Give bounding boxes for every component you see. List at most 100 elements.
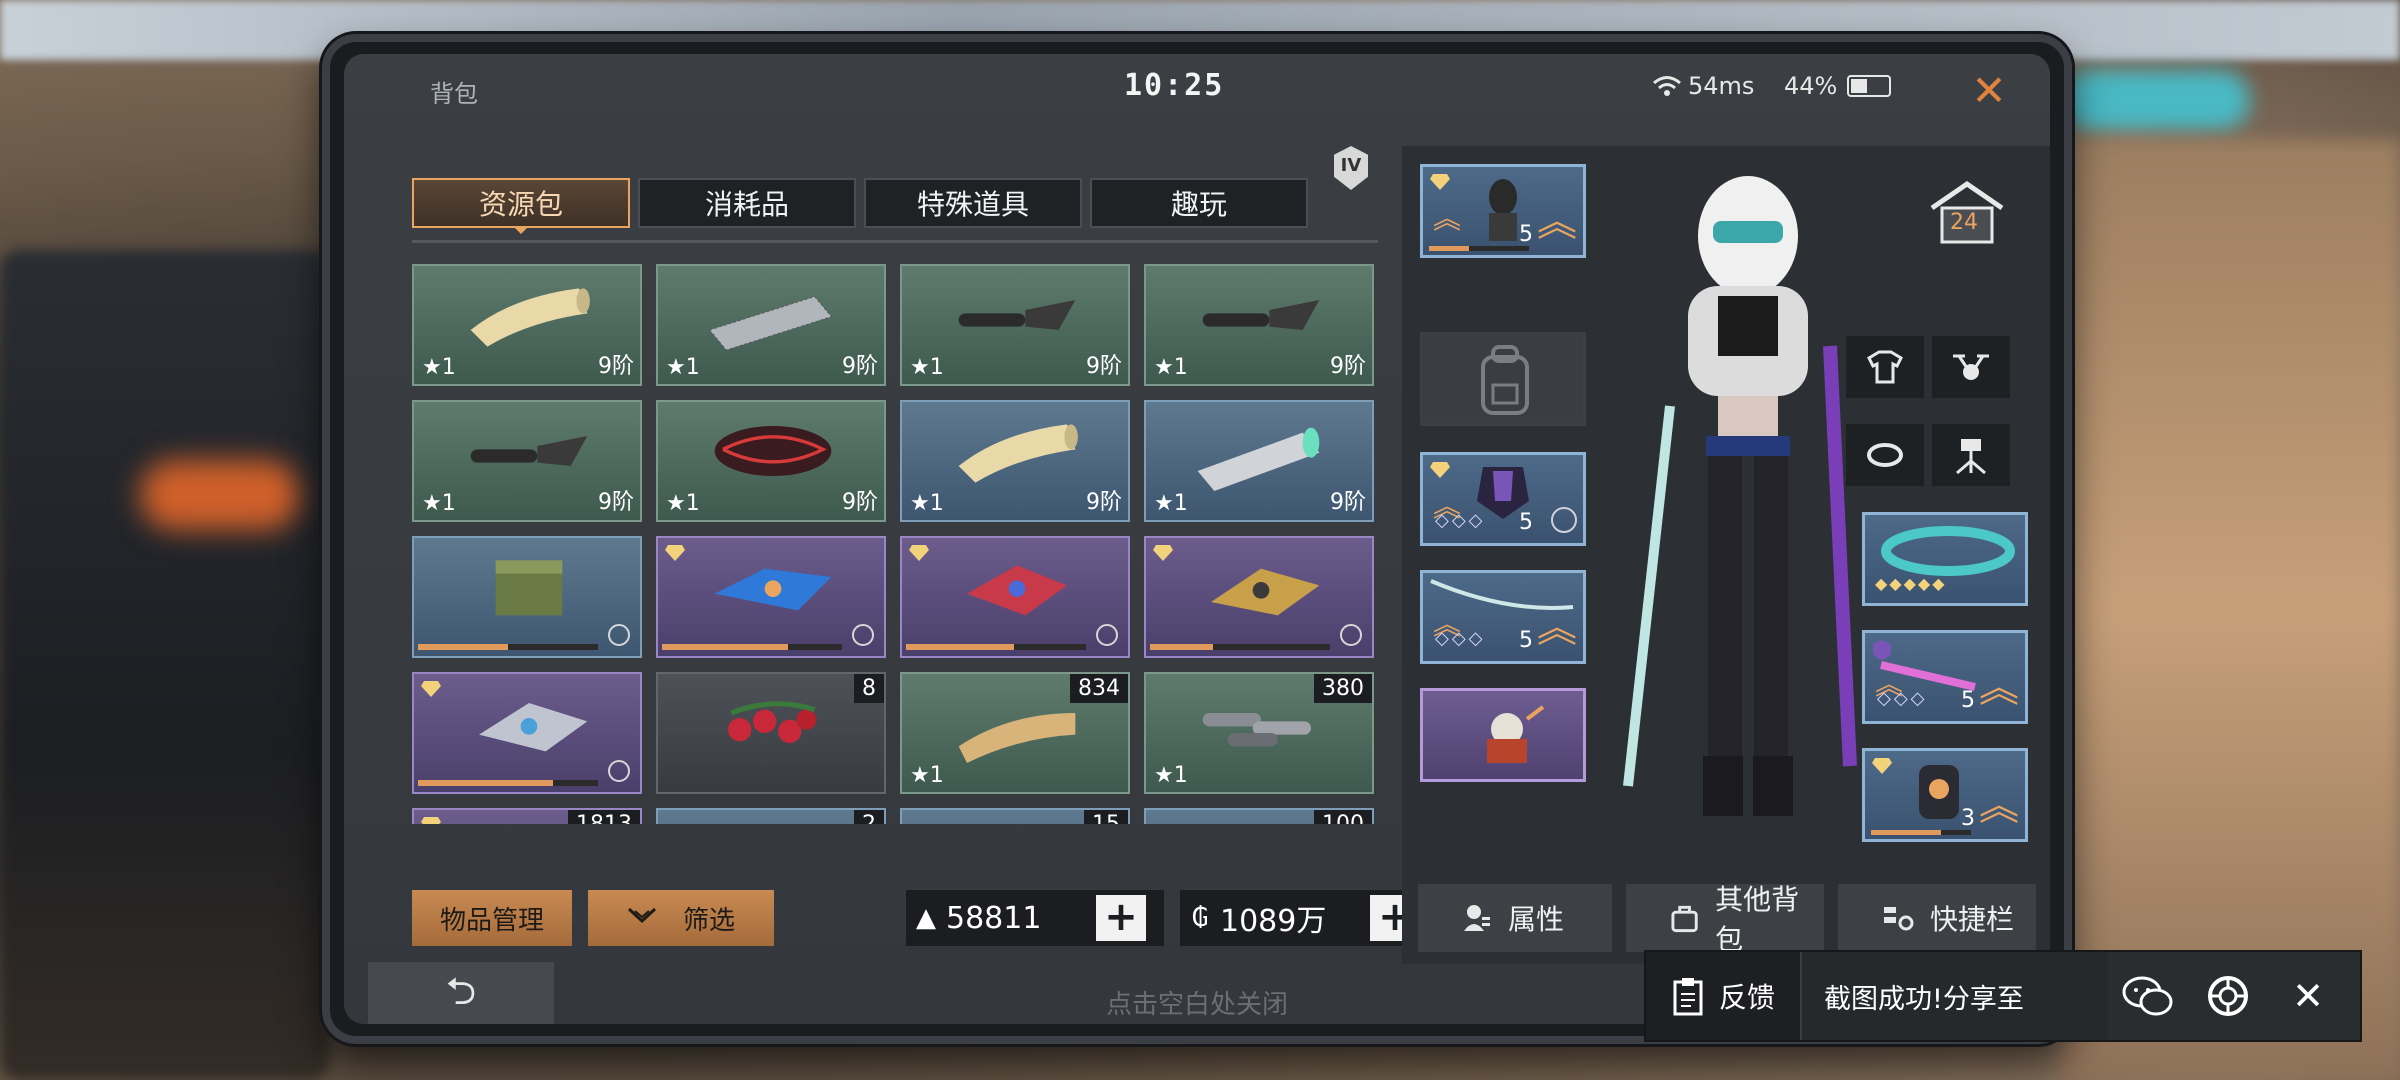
hotbar-settings-icon bbox=[1884, 907, 1914, 931]
clock: 10:25 bbox=[1124, 68, 1225, 103]
progress-bar bbox=[906, 644, 1086, 650]
weapon2-level: 5 bbox=[1961, 688, 1975, 713]
item-slot[interactable]: ★1 834 bbox=[900, 672, 1130, 794]
outfit-slot[interactable] bbox=[1846, 336, 1924, 398]
equip-slot-head[interactable]: ︽ 5 ︽ bbox=[1420, 164, 1586, 258]
background-cyan-shape bbox=[2060, 70, 2250, 130]
durability-bar bbox=[1871, 830, 1971, 835]
item-slot[interactable]: ★1 9阶 bbox=[1144, 264, 1374, 386]
item-slot[interactable]: ★1 9阶 bbox=[900, 264, 1130, 386]
equip-slot-armor[interactable]: ︽ ◇◇◇ 5 bbox=[1420, 452, 1586, 546]
share-message: 截图成功!分享至 bbox=[1802, 952, 2108, 1040]
attributes-button[interactable]: 属性 bbox=[1418, 884, 1612, 952]
item-slot[interactable] bbox=[1144, 536, 1374, 658]
item-slot[interactable]: ★1 9阶 bbox=[656, 264, 886, 386]
progress-bar bbox=[418, 780, 598, 786]
item-slot[interactable]: ★1 9阶 bbox=[656, 400, 886, 522]
lock-icon bbox=[1096, 624, 1118, 646]
gun-stock-icon bbox=[1202, 300, 1320, 330]
close-share-icon[interactable]: ✕ bbox=[2268, 952, 2348, 1040]
tab-divider bbox=[412, 240, 1378, 243]
close-icon[interactable]: ✕ bbox=[1964, 66, 2014, 116]
background-glow bbox=[140, 460, 300, 530]
tier-label: 9阶 bbox=[1086, 354, 1122, 379]
equip-slot-backpack[interactable] bbox=[1420, 332, 1586, 426]
tab-fun[interactable]: 趣玩 bbox=[1090, 178, 1308, 228]
hotbar-button[interactable]: 快捷栏 bbox=[1838, 884, 2036, 952]
item-slot[interactable] bbox=[656, 536, 886, 658]
wechat-share-button[interactable] bbox=[2108, 952, 2188, 1040]
item-slot[interactable]: 2 bbox=[656, 808, 886, 824]
cloth-roll-icon bbox=[958, 424, 1078, 483]
item-slot[interactable]: 100 bbox=[1144, 808, 1374, 824]
add-gold-button[interactable]: + bbox=[1096, 895, 1146, 941]
quality-dots: ◇◇◇ bbox=[1877, 688, 1928, 709]
head-level: 5 bbox=[1519, 222, 1533, 247]
star-count: ★1 bbox=[1154, 763, 1188, 788]
item-count: 380 bbox=[1314, 674, 1372, 703]
turret-slot[interactable] bbox=[1932, 424, 2010, 486]
durability-bar bbox=[1429, 246, 1529, 251]
shirt-icon bbox=[1867, 350, 1903, 384]
lock-icon bbox=[1340, 624, 1362, 646]
tab-consumables[interactable]: 消耗品 bbox=[638, 178, 856, 228]
star-count: ★1 bbox=[1154, 491, 1188, 516]
item-slot[interactable]: ★1 380 bbox=[1144, 672, 1374, 794]
rank-chevron-icon: ︽ bbox=[1433, 202, 1462, 235]
item-grid: ★1 9阶 ★1 9阶 ★1 9阶 ★1 9阶 ★1 9阶 ★1 9阶 ★1 9阶 ★1 9阶 8 ★1 834 ★1… bbox=[412, 264, 1378, 824]
bracelet-item-icon bbox=[1881, 526, 2015, 576]
equip-slot-weapon-1[interactable]: ︽ ◇◇◇ 5 ︽ bbox=[1420, 570, 1586, 664]
progress-bar bbox=[1150, 644, 1330, 650]
item-slot[interactable] bbox=[900, 536, 1130, 658]
star-rating: ◆◆◆◆◆ bbox=[1875, 574, 1947, 593]
equipment-panel: ︽ 5 ︽ ︽ ◇◇◇ 5 ︽ ◇◇◇ 5 ︽ 24 ◆◆◆◆◆ ︽ ◇◇◇ 5… bbox=[1402, 146, 2050, 964]
bottom-actions: 物品管理 筛选 bbox=[412, 890, 774, 946]
item-slot[interactable]: ★1 9阶 bbox=[900, 400, 1130, 522]
star-count: ★1 bbox=[422, 491, 456, 516]
item-count: 834 bbox=[1070, 674, 1128, 703]
quality-dots: ◇◇◇ bbox=[1435, 628, 1486, 649]
diamond-icon bbox=[1872, 758, 1892, 774]
tier-badge: IV bbox=[1334, 146, 1368, 190]
item-count: 1813 bbox=[568, 810, 640, 824]
lock-icon bbox=[608, 760, 630, 782]
star-count: ★1 bbox=[1154, 355, 1188, 380]
equip-slot-gadget[interactable]: 3 ︽ bbox=[1862, 748, 2028, 842]
item-slot[interactable]: 15 bbox=[900, 808, 1130, 824]
item-slot[interactable] bbox=[412, 536, 642, 658]
moments-share-button[interactable] bbox=[2188, 952, 2268, 1040]
house-level-badge[interactable]: 24 bbox=[1922, 178, 2012, 248]
item-manage-button[interactable]: 物品管理 bbox=[412, 890, 572, 946]
feedback-button[interactable]: 反馈 bbox=[1646, 952, 1802, 1040]
item-slot[interactable]: 8 bbox=[656, 672, 886, 794]
equip-slot-pet[interactable] bbox=[1420, 688, 1586, 782]
berries-icon bbox=[728, 701, 817, 743]
item-count: 2 bbox=[854, 810, 884, 824]
filter-label: 筛选 bbox=[682, 905, 735, 936]
drone-slot[interactable] bbox=[1932, 336, 2010, 398]
item-slot[interactable]: 1813 bbox=[412, 808, 642, 824]
tier-label: 9阶 bbox=[1086, 490, 1122, 515]
item-slot[interactable] bbox=[412, 672, 642, 794]
attributes-label: 属性 bbox=[1508, 903, 1565, 936]
diamond-icon bbox=[1153, 545, 1173, 561]
filter-button[interactable]: 筛选 bbox=[588, 890, 774, 946]
tab-resource-pack[interactable]: 资源包 bbox=[412, 178, 630, 234]
item-slot[interactable]: ★1 9阶 bbox=[1144, 400, 1374, 522]
item-slot[interactable]: ★1 9阶 bbox=[412, 400, 642, 522]
network-status: 54ms bbox=[1652, 72, 1754, 100]
diamond-icon bbox=[1430, 174, 1450, 190]
moments-icon bbox=[2208, 976, 2248, 1016]
equip-slot-bracelet[interactable]: ◆◆◆◆◆ bbox=[1862, 512, 2028, 606]
item-slot[interactable]: ★1 9阶 bbox=[412, 264, 642, 386]
lock-icon bbox=[1551, 507, 1577, 533]
other-bag-button[interactable]: 其他背包 bbox=[1626, 883, 1824, 956]
tab-special-items[interactable]: 特殊道具 bbox=[864, 178, 1082, 228]
equip-slot-weapon-2[interactable]: ︽ ◇◇◇ 5 ︽ bbox=[1862, 630, 2028, 724]
progress-bar bbox=[662, 644, 842, 650]
house-level: 24 bbox=[1950, 210, 1978, 235]
other-bag-label: 其他背包 bbox=[1715, 883, 1800, 956]
drone-gold-icon bbox=[1211, 568, 1320, 616]
ring-slot[interactable] bbox=[1846, 424, 1924, 486]
star-count: ★1 bbox=[910, 763, 944, 788]
